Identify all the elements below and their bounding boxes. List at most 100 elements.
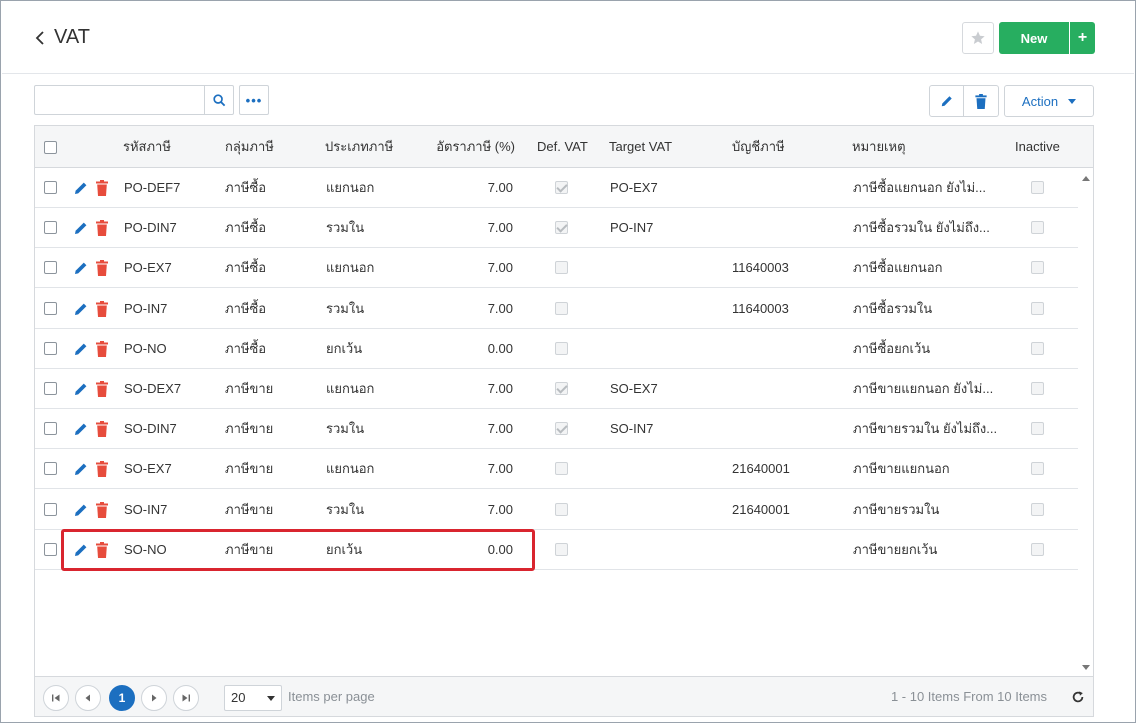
- pencil-icon[interactable]: [73, 502, 89, 518]
- table-row[interactable]: PO-EX7 ภาษีซื้อ แยกนอก 7.00 11640003 ภาษีซื้อ…: [35, 248, 1078, 288]
- cell-account: [732, 208, 842, 248]
- cell-note: ภาษีซื้อแยกนอก ยังไม่...: [853, 180, 987, 195]
- cell-note: ภาษีขายแยกนอก: [853, 461, 950, 476]
- trash-icon[interactable]: [96, 421, 108, 437]
- inactive-checkbox: [1031, 221, 1044, 234]
- column-header-rate[interactable]: อัตราภาษี (%): [415, 126, 515, 168]
- row-checkbox[interactable]: [44, 302, 57, 315]
- cell-account: 11640003: [732, 260, 789, 275]
- trash-icon[interactable]: [96, 341, 108, 357]
- bulk-delete-button[interactable]: [964, 85, 999, 117]
- row-checkbox[interactable]: [44, 221, 57, 234]
- table-row[interactable]: PO-DIN7 ภาษีซื้อ รวมใน 7.00 PO-IN7 ภาษีซื้อรว…: [35, 208, 1078, 248]
- last-page-button[interactable]: [173, 685, 199, 711]
- refresh-icon[interactable]: [1071, 690, 1085, 704]
- column-header-note[interactable]: หมายเหตุ: [852, 126, 906, 168]
- cell-type: แยกนอก: [326, 260, 375, 275]
- inactive-checkbox: [1031, 422, 1044, 435]
- row-checkbox[interactable]: [44, 462, 57, 475]
- new-options-button[interactable]: +: [1070, 22, 1095, 54]
- cell-code: SO-EX7: [124, 461, 172, 476]
- cell-type: แยกนอก: [326, 381, 375, 396]
- table-row[interactable]: PO-IN7 ภาษีซื้อ รวมใน 7.00 11640003 ภาษีซื้อร…: [35, 289, 1078, 329]
- first-page-button[interactable]: [43, 685, 69, 711]
- column-header-account[interactable]: บัญชีภาษี: [732, 126, 785, 168]
- column-header-target-vat[interactable]: Target VAT: [609, 126, 672, 168]
- cell-group: ภาษีขาย: [225, 542, 274, 557]
- more-options-button[interactable]: •••: [239, 85, 269, 115]
- inactive-checkbox: [1031, 181, 1044, 194]
- column-header-inactive[interactable]: Inactive: [1015, 126, 1060, 168]
- pencil-icon[interactable]: [73, 542, 89, 558]
- def-vat-checkbox: [555, 261, 568, 274]
- search-icon: [212, 93, 225, 106]
- trash-icon[interactable]: [96, 461, 108, 477]
- cell-group: ภาษีขาย: [225, 381, 274, 396]
- table-row[interactable]: SO-EX7 ภาษีขาย แยกนอก 7.00 21640001 ภาษีขายแย…: [35, 449, 1078, 489]
- row-checkbox[interactable]: [44, 181, 57, 194]
- cell-code: SO-DEX7: [124, 381, 182, 396]
- pencil-icon[interactable]: [73, 381, 89, 397]
- back-button[interactable]: [30, 26, 50, 50]
- pencil-icon[interactable]: [73, 421, 89, 437]
- last-page-icon: [182, 694, 190, 702]
- new-button[interactable]: New: [999, 22, 1069, 54]
- pencil-icon[interactable]: [73, 180, 89, 196]
- pencil-icon[interactable]: [73, 260, 89, 276]
- select-all-checkbox[interactable]: [44, 141, 57, 154]
- cell-note: ภาษีขายรวมใน ยังไม่ถึง...: [853, 421, 998, 436]
- column-header-def-vat[interactable]: Def. VAT: [537, 126, 588, 168]
- inactive-checkbox: [1031, 462, 1044, 475]
- cell-target-vat: [610, 248, 720, 288]
- cell-rate: 7.00: [487, 260, 513, 275]
- prev-page-button[interactable]: [75, 685, 101, 711]
- table-row[interactable]: SO-DEX7 ภาษีขาย แยกนอก 7.00 SO-EX7 ภาษีขายแยก…: [35, 369, 1078, 409]
- trash-icon[interactable]: [96, 220, 108, 236]
- favorite-button[interactable]: [962, 22, 994, 54]
- cell-code: PO-EX7: [124, 260, 172, 275]
- column-header-type[interactable]: ประเภทภาษี: [325, 126, 393, 168]
- row-checkbox[interactable]: [44, 261, 57, 274]
- action-dropdown[interactable]: Action: [1004, 85, 1094, 117]
- trash-icon[interactable]: [96, 180, 108, 196]
- search-button[interactable]: [204, 86, 233, 114]
- cell-group: ภาษีซื้อ: [225, 260, 267, 275]
- row-checkbox[interactable]: [44, 422, 57, 435]
- scroll-up-icon[interactable]: [1082, 176, 1090, 181]
- vertical-scrollbar[interactable]: [1079, 168, 1093, 676]
- trash-icon[interactable]: [96, 381, 108, 397]
- row-checkbox[interactable]: [44, 503, 57, 516]
- scroll-down-icon[interactable]: [1082, 665, 1090, 670]
- row-checkbox[interactable]: [44, 543, 57, 556]
- table-row[interactable]: SO-NO ภาษีขาย ยกเว้น 0.00 ภาษีขายยกเว้น: [35, 530, 1078, 570]
- next-page-button[interactable]: [141, 685, 167, 711]
- trash-icon[interactable]: [96, 301, 108, 317]
- table-row[interactable]: SO-DIN7 ภาษีขาย รวมใน 7.00 SO-IN7 ภาษีขายรวมใ…: [35, 409, 1078, 449]
- cell-group: ภาษีซื้อ: [225, 301, 267, 316]
- cell-type: รวมใน: [326, 502, 365, 517]
- pencil-icon[interactable]: [73, 461, 89, 477]
- table-row[interactable]: SO-IN7 ภาษีขาย รวมใน 7.00 21640001 ภาษีขายรวม…: [35, 490, 1078, 530]
- pencil-icon[interactable]: [73, 301, 89, 317]
- table-row[interactable]: PO-DEF7 ภาษีซื้อ แยกนอก 7.00 PO-EX7 ภาษีซื้อแ…: [35, 168, 1078, 208]
- column-header-code[interactable]: รหัสภาษี: [123, 126, 171, 168]
- search-input[interactable]: [35, 86, 205, 114]
- trash-icon[interactable]: [96, 260, 108, 276]
- column-header-group[interactable]: กลุ่มภาษี: [225, 126, 274, 168]
- cell-rate: 7.00: [487, 381, 513, 396]
- current-page-button[interactable]: 1: [109, 685, 135, 711]
- pencil-icon[interactable]: [73, 341, 89, 357]
- trash-icon[interactable]: [96, 542, 108, 558]
- cell-note: ภาษีซื้อรวมใน: [853, 301, 933, 316]
- page-size-select[interactable]: 20: [224, 685, 282, 711]
- pencil-icon: [941, 96, 952, 107]
- cell-code: PO-IN7: [124, 301, 168, 316]
- row-checkbox[interactable]: [44, 342, 57, 355]
- row-checkbox[interactable]: [44, 382, 57, 395]
- pencil-icon[interactable]: [73, 220, 89, 236]
- table-row[interactable]: PO-NO ภาษีซื้อ ยกเว้น 0.00 ภาษีซื้อยกเว้น: [35, 329, 1078, 369]
- bulk-edit-button[interactable]: [929, 85, 964, 117]
- trash-icon[interactable]: [96, 502, 108, 518]
- inactive-checkbox: [1031, 342, 1044, 355]
- cell-rate: 7.00: [487, 301, 513, 316]
